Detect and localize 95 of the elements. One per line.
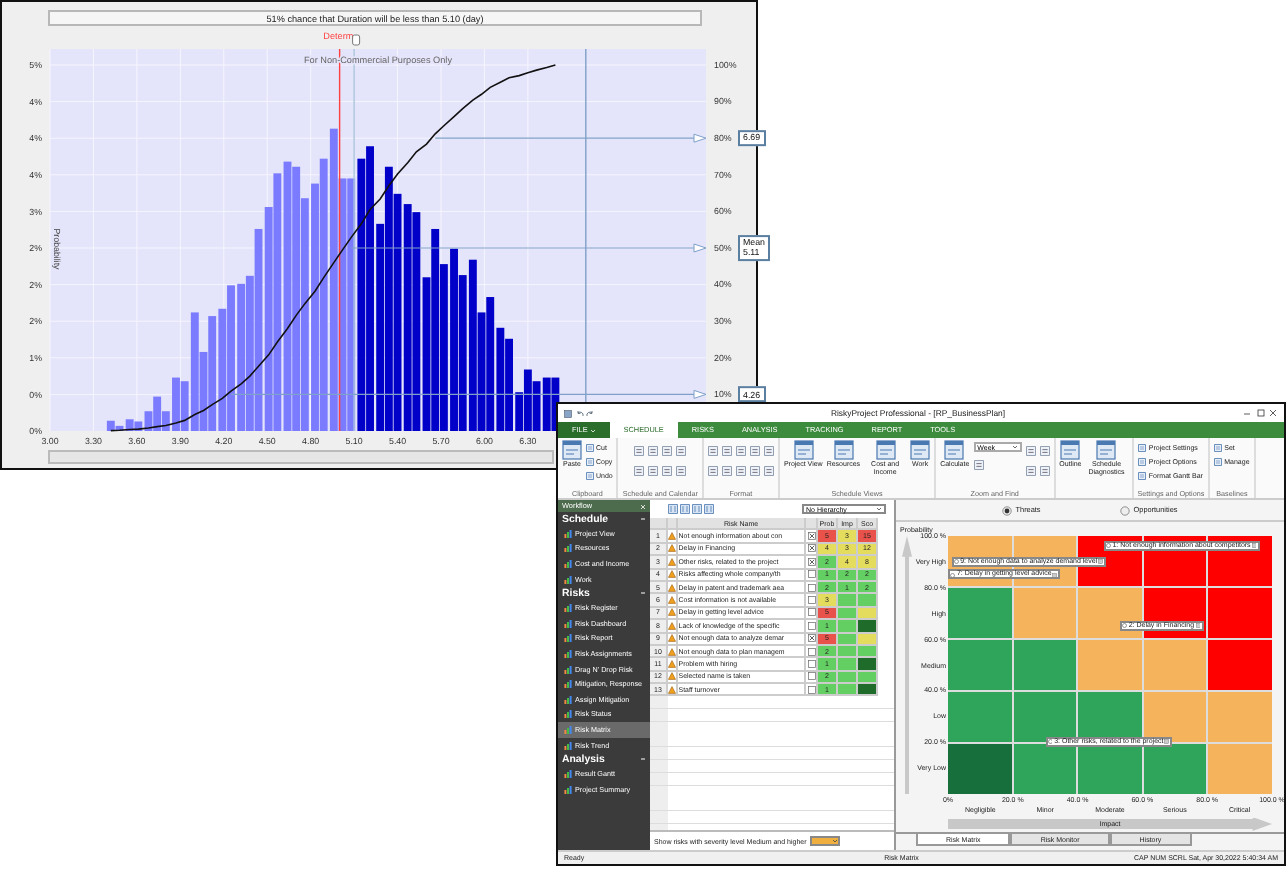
menu-icon[interactable] xyxy=(1251,543,1257,549)
format-tool-icon[interactable] xyxy=(721,445,732,456)
document-icon xyxy=(1214,443,1223,451)
document-icon xyxy=(1138,471,1147,479)
bar-chart-icon xyxy=(564,544,572,553)
circle-icon xyxy=(1122,623,1128,629)
pointer-icon xyxy=(693,243,707,253)
bar-chart-icon xyxy=(564,619,572,628)
checkbox[interactable] xyxy=(807,634,815,643)
toolbar-icon[interactable] xyxy=(680,504,690,514)
format-tool-icon[interactable] xyxy=(1025,466,1036,477)
maximize-icon[interactable] xyxy=(1255,408,1265,418)
collapse-icon[interactable] xyxy=(640,516,646,522)
format-tool-icon[interactable] xyxy=(763,445,774,456)
format-tool-icon[interactable] xyxy=(634,466,645,477)
radio-icon xyxy=(1120,505,1131,515)
checkbox[interactable] xyxy=(807,557,815,566)
format-tool-icon[interactable] xyxy=(749,445,760,456)
document-icon xyxy=(586,471,594,479)
bar-chart-icon xyxy=(564,575,572,584)
toolbar-icon[interactable] xyxy=(668,504,678,514)
window-icon xyxy=(1060,440,1081,460)
document-icon xyxy=(1214,457,1223,465)
window-icon xyxy=(1096,440,1117,460)
checkbox[interactable] xyxy=(807,532,815,541)
format-tool-icon[interactable] xyxy=(1039,445,1050,456)
bar-chart-icon xyxy=(564,741,572,750)
document-icon xyxy=(586,443,594,451)
window-icon xyxy=(944,440,965,460)
bar-chart-icon xyxy=(564,725,572,734)
scrollbar[interactable] xyxy=(48,450,554,464)
circle-icon xyxy=(950,572,956,578)
bar-chart-icon xyxy=(564,604,572,613)
format-tool-icon[interactable] xyxy=(662,445,673,456)
circle-icon xyxy=(1106,543,1112,549)
bar-chart-icon xyxy=(564,649,572,658)
checkbox[interactable] xyxy=(807,570,815,579)
window-icon xyxy=(833,440,854,460)
menu-icon[interactable] xyxy=(1195,623,1201,629)
radio-icon xyxy=(1002,505,1013,515)
handle-icon[interactable] xyxy=(352,34,361,46)
format-tool-icon[interactable] xyxy=(973,459,984,470)
bar-chart-icon xyxy=(564,710,572,719)
circle-icon xyxy=(954,559,959,565)
format-tool-icon[interactable] xyxy=(662,466,673,477)
format-tool-icon[interactable] xyxy=(676,466,687,477)
document-icon xyxy=(586,457,594,465)
checkbox[interactable] xyxy=(807,621,815,630)
checkbox[interactable] xyxy=(807,647,815,656)
menu-icon[interactable] xyxy=(1098,559,1104,565)
bar-chart-icon xyxy=(564,665,572,674)
menu-icon[interactable] xyxy=(1052,572,1058,578)
checkbox[interactable] xyxy=(807,659,815,668)
severity-dropdown[interactable] xyxy=(810,836,841,846)
minimize-icon[interactable] xyxy=(1242,408,1252,418)
format-tool-icon[interactable] xyxy=(763,466,774,477)
format-tool-icon[interactable] xyxy=(1039,466,1050,477)
pointer-icon xyxy=(693,133,707,143)
bar-chart-icon xyxy=(564,695,572,704)
close-icon[interactable] xyxy=(1268,408,1278,418)
undo-icon[interactable] xyxy=(575,409,583,417)
format-tool-icon[interactable] xyxy=(1025,445,1036,456)
format-tool-icon[interactable] xyxy=(707,445,718,456)
checkbox[interactable] xyxy=(807,672,815,681)
redo-icon[interactable] xyxy=(586,409,594,417)
format-tool-icon[interactable] xyxy=(634,445,645,456)
checkbox[interactable] xyxy=(807,608,815,617)
save-icon[interactable] xyxy=(564,409,572,417)
format-tool-icon[interactable] xyxy=(735,445,746,456)
bar-chart-icon xyxy=(564,634,572,643)
window-icon xyxy=(910,440,931,460)
checkbox[interactable] xyxy=(807,685,815,694)
checkbox[interactable] xyxy=(807,544,815,553)
document-icon xyxy=(1138,457,1147,465)
format-tool-icon[interactable] xyxy=(721,466,732,477)
toolbar-icon[interactable] xyxy=(704,504,714,514)
bar-chart-icon xyxy=(564,680,572,689)
circle-icon xyxy=(1047,739,1053,745)
format-tool-icon[interactable] xyxy=(648,466,659,477)
format-tool-icon[interactable] xyxy=(648,445,659,456)
window-icon xyxy=(875,440,896,460)
format-tool-icon[interactable] xyxy=(749,466,760,477)
window-icon xyxy=(562,440,582,460)
format-tool-icon[interactable] xyxy=(676,445,687,456)
checkbox[interactable] xyxy=(807,583,815,592)
checkbox[interactable] xyxy=(807,596,815,605)
document-icon xyxy=(1138,443,1147,451)
bar-chart-icon xyxy=(564,529,572,538)
bar-chart-icon xyxy=(564,770,572,779)
window-icon xyxy=(793,440,814,460)
bar-chart-icon xyxy=(564,785,572,794)
format-tool-icon[interactable] xyxy=(735,466,746,477)
toolbar-icon[interactable] xyxy=(692,504,702,514)
format-tool-icon[interactable] xyxy=(707,466,718,477)
bar-chart-icon xyxy=(564,559,572,568)
